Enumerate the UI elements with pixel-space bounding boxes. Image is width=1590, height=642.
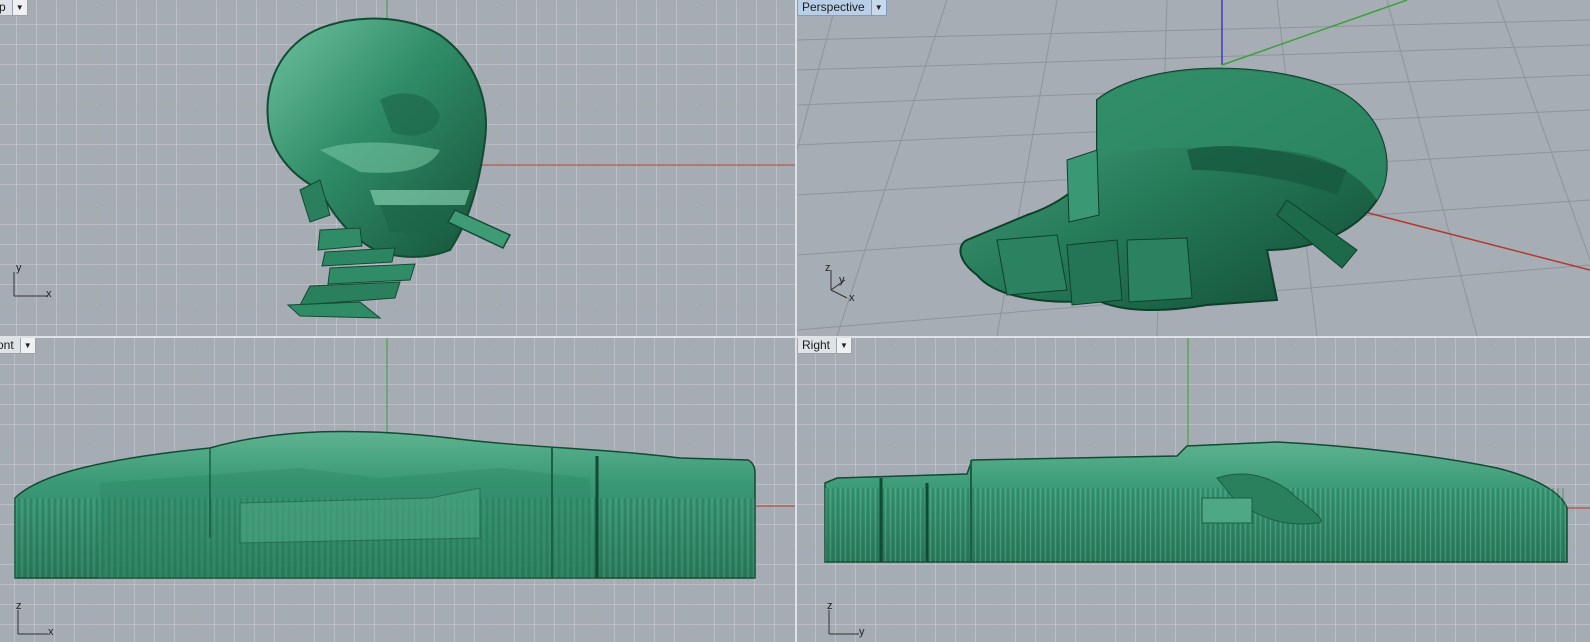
- x-axis-line: [1356, 209, 1590, 271]
- axis-label-z: z: [825, 262, 831, 274]
- chevron-down-icon: ▼: [23, 341, 32, 350]
- skull-model-front[interactable]: [14, 430, 756, 579]
- viewport-title-perspective[interactable]: Perspective ▼: [797, 0, 887, 16]
- viewport-title-front-label[interactable]: ont: [0, 338, 21, 354]
- viewport-front[interactable]: ont ▼ z x: [0, 338, 795, 642]
- viewport-title-top-label[interactable]: p: [0, 0, 13, 16]
- axis-label-x: x: [46, 288, 52, 300]
- front-scene: [14, 338, 795, 579]
- y-axis-line: [1221, 0, 1408, 66]
- viewport-front-menu-button[interactable]: ▼: [20, 338, 36, 354]
- viewport-title-right-label[interactable]: Right: [797, 338, 838, 354]
- right-scene: [824, 338, 1590, 563]
- axis-label-x: x: [48, 626, 54, 638]
- viewport-right-menu-button[interactable]: ▼: [837, 338, 853, 354]
- viewport-divider-vertical[interactable]: [795, 0, 797, 642]
- viewport-divider-horizontal[interactable]: [0, 336, 1590, 338]
- perspective-scene: [797, 0, 1590, 336]
- skull-model-right[interactable]: [824, 441, 1568, 563]
- viewport-title-right[interactable]: Right ▼: [797, 338, 853, 354]
- skull-model-top[interactable]: [266, 17, 512, 319]
- axis-label-y: y: [839, 274, 845, 286]
- viewport-top[interactable]: p ▼ y x: [0, 0, 795, 336]
- viewport-title-top[interactable]: p ▼: [0, 0, 28, 16]
- viewport-title-front[interactable]: ont ▼: [0, 338, 36, 354]
- viewport-title-perspective-label[interactable]: Perspective: [797, 0, 872, 16]
- axis-label-z: z: [16, 600, 22, 612]
- viewport-perspective-menu-button[interactable]: ▼: [871, 0, 887, 16]
- chevron-down-icon: ▼: [840, 341, 848, 350]
- chevron-down-icon: ▼: [15, 3, 24, 12]
- axis-label-y: y: [16, 262, 22, 274]
- skull-model-perspective[interactable]: [959, 67, 1388, 311]
- viewport-right[interactable]: Right ▼ z y: [797, 338, 1590, 642]
- viewport-top-menu-button[interactable]: ▼: [12, 0, 28, 16]
- chevron-down-icon: ▼: [874, 3, 883, 12]
- axis-label-x: x: [849, 292, 855, 304]
- axis-label-z: z: [827, 600, 833, 612]
- axis-label-y: y: [859, 626, 865, 638]
- viewport-perspective[interactable]: Perspective ▼ z y x: [797, 0, 1590, 336]
- top-scene: [266, 0, 795, 319]
